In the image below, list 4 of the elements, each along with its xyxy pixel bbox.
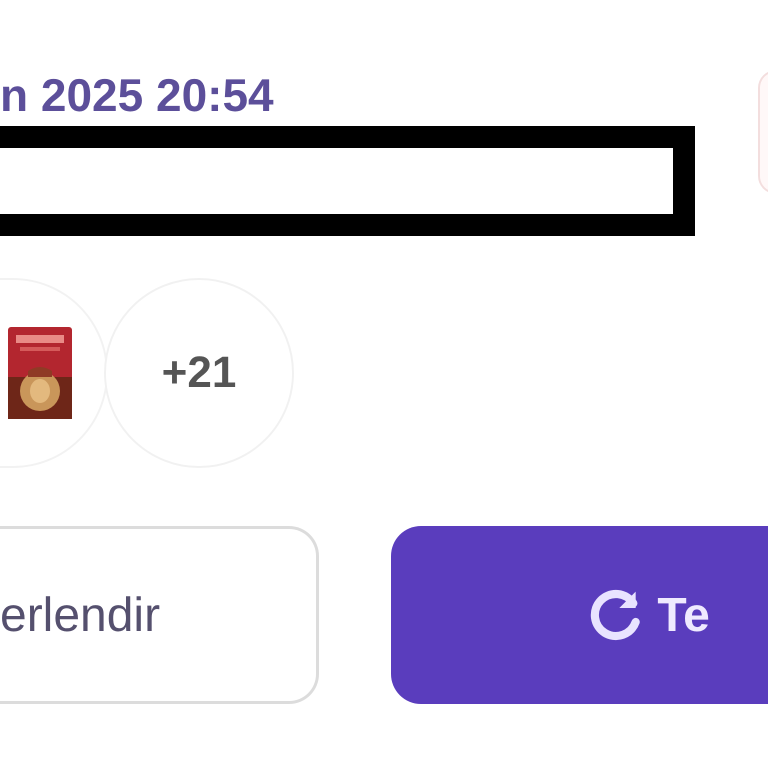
order-date: n 2025 20:54 xyxy=(0,68,275,122)
repeat-button[interactable]: Te xyxy=(391,526,768,704)
rate-button[interactable]: erlendir xyxy=(0,526,320,704)
more-count[interactable]: +21 xyxy=(104,278,294,468)
